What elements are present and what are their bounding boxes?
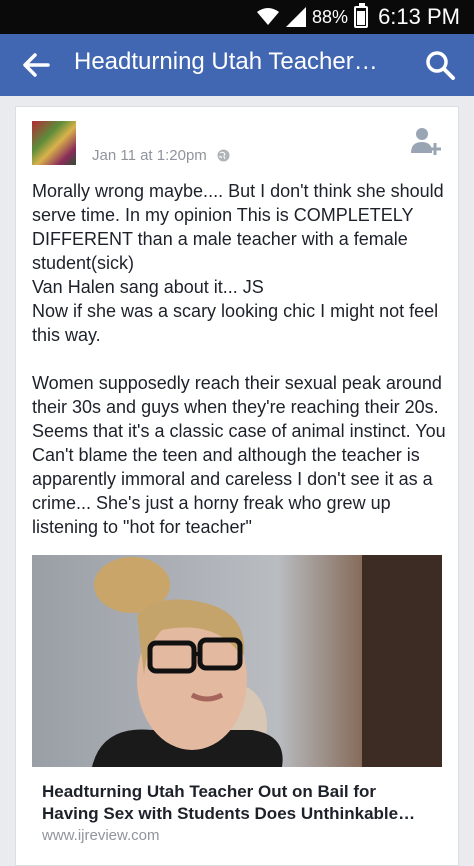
- avatar[interactable]: [32, 121, 76, 165]
- link-domain: www.ijreview.com: [42, 827, 160, 844]
- clock: 6:13 PM: [378, 4, 460, 29]
- app-bar: Headturning Utah Teacher…: [0, 34, 474, 96]
- post-meta: Jan 11 at 1:20pm: [92, 147, 230, 164]
- post-body-text: Morally wrong maybe.... But I don't thin…: [32, 181, 446, 537]
- battery-percent: 88%: [312, 6, 349, 27]
- post-timestamp[interactable]: Jan 11 at 1:20pm: [92, 147, 207, 164]
- arrow-back-icon[interactable]: [18, 49, 54, 81]
- page-title: Headturning Utah Teacher…: [74, 48, 378, 75]
- add-friend-icon[interactable]: [410, 125, 442, 157]
- post-card: Jan 11 at 1:20pm Morally wrong maybe....…: [15, 106, 459, 866]
- link-preview-image[interactable]: [32, 555, 442, 767]
- battery-icon: [354, 3, 369, 28]
- status-bar: 88% 6:13 PM: [0, 0, 474, 34]
- status-indicators: 88% 6:13 PM: [256, 0, 460, 34]
- wifi-icon: [257, 8, 280, 25]
- search-icon[interactable]: [424, 49, 456, 81]
- signal-icon: [286, 7, 307, 27]
- globe-icon: [217, 149, 230, 162]
- teacher-photo: [92, 555, 442, 767]
- link-title[interactable]: Headturning Utah Teacher Out on Bail for…: [42, 781, 436, 825]
